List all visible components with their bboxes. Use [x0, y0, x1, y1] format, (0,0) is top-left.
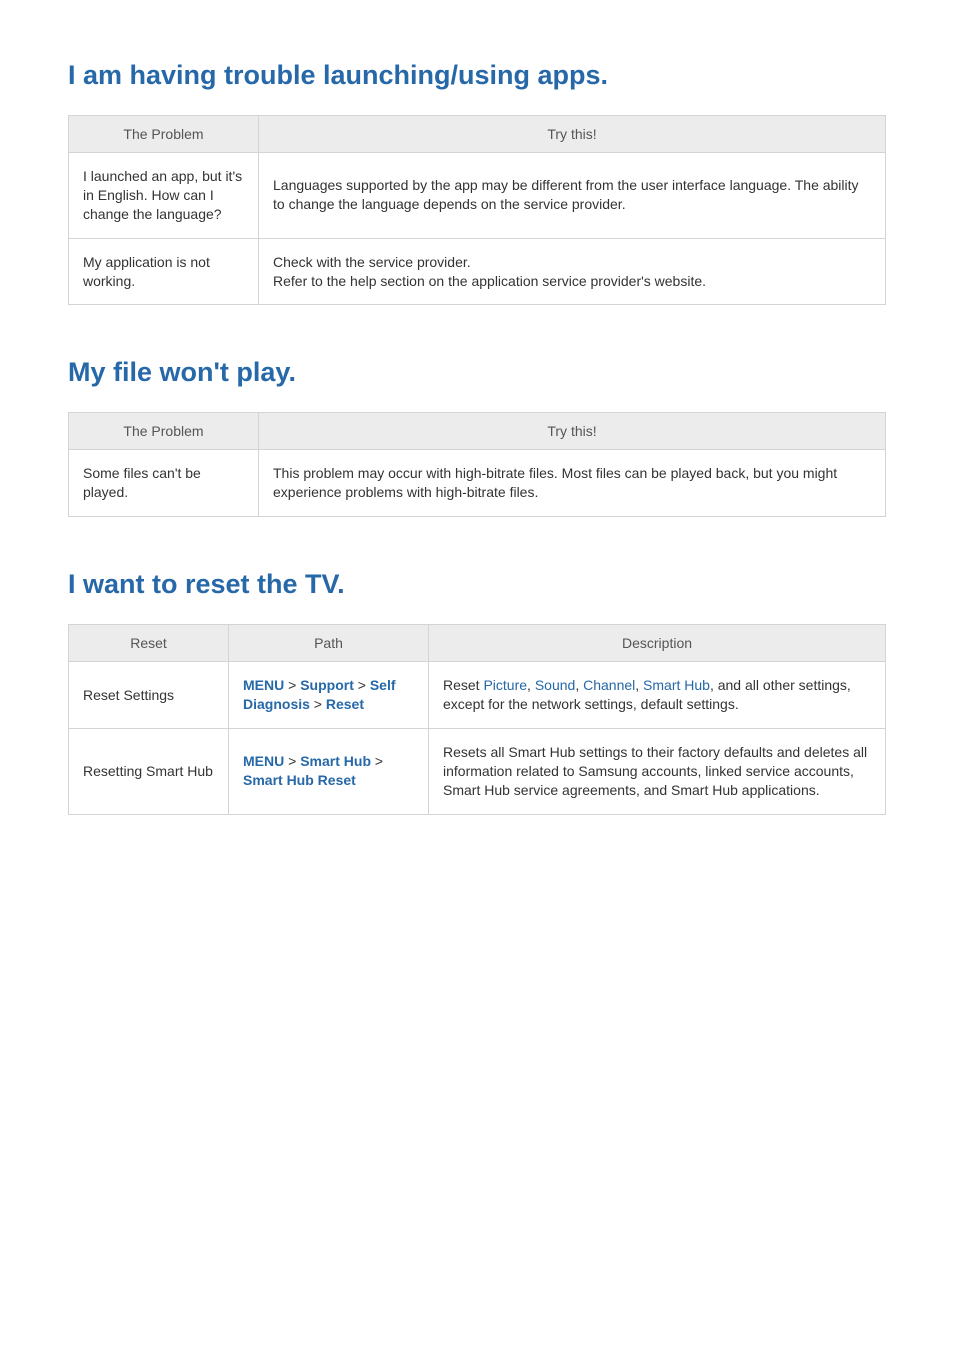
- desc-sep: ,: [635, 677, 643, 693]
- th-trythis: Try this!: [259, 413, 886, 450]
- desc-sep: ,: [575, 677, 583, 693]
- cell-problem: I launched an app, but it's in English. …: [69, 153, 259, 239]
- cell-solution: Check with the service provider. Refer t…: [259, 238, 886, 305]
- table-file: The Problem Try this! Some files can't b…: [68, 412, 886, 517]
- path-term: MENU: [243, 677, 284, 693]
- cell-problem: Some files can't be played.: [69, 450, 259, 517]
- heading-apps: I am having trouble launching/using apps…: [68, 60, 886, 91]
- cell-description: Resets all Smart Hub settings to their f…: [429, 729, 886, 815]
- path-sep: >: [284, 753, 300, 769]
- section-apps: I am having trouble launching/using apps…: [68, 60, 886, 305]
- path-term: MENU: [243, 753, 284, 769]
- th-description: Description: [429, 625, 886, 662]
- path-sep: >: [354, 677, 370, 693]
- th-reset: Reset: [69, 625, 229, 662]
- section-file: My file won't play. The Problem Try this…: [68, 357, 886, 517]
- section-reset: I want to reset the TV. Reset Path Descr…: [68, 569, 886, 814]
- cell-reset-name: Reset Settings: [69, 662, 229, 729]
- cell-path: MENU > Support > Self Diagnosis > Reset: [229, 662, 429, 729]
- table-row: Resetting Smart Hub MENU > Smart Hub > S…: [69, 729, 886, 815]
- desc-term: Sound: [535, 677, 575, 693]
- cell-solution: Languages supported by the app may be di…: [259, 153, 886, 239]
- path-sep: >: [371, 753, 383, 769]
- table-row: I launched an app, but it's in English. …: [69, 153, 886, 239]
- th-problem: The Problem: [69, 116, 259, 153]
- desc-term: Smart Hub: [643, 677, 710, 693]
- heading-file: My file won't play.: [68, 357, 886, 388]
- path-term: Reset: [326, 696, 364, 712]
- table-row: My application is not working. Check wit…: [69, 238, 886, 305]
- path-sep: >: [284, 677, 300, 693]
- table-row: Reset Settings MENU > Support > Self Dia…: [69, 662, 886, 729]
- th-path: Path: [229, 625, 429, 662]
- path-term: Support: [300, 677, 354, 693]
- table-row: Some files can't be played. This problem…: [69, 450, 886, 517]
- th-trythis: Try this!: [259, 116, 886, 153]
- heading-reset: I want to reset the TV.: [68, 569, 886, 600]
- cell-description: Reset Picture, Sound, Channel, Smart Hub…: [429, 662, 886, 729]
- path-term: Smart Hub Reset: [243, 772, 356, 788]
- desc-term: Picture: [483, 677, 527, 693]
- th-problem: The Problem: [69, 413, 259, 450]
- cell-path: MENU > Smart Hub > Smart Hub Reset: [229, 729, 429, 815]
- cell-problem: My application is not working.: [69, 238, 259, 305]
- cell-solution: This problem may occur with high-bitrate…: [259, 450, 886, 517]
- desc-term: Channel: [583, 677, 635, 693]
- table-apps: The Problem Try this! I launched an app,…: [68, 115, 886, 305]
- desc-sep: ,: [527, 677, 535, 693]
- table-reset: Reset Path Description Reset Settings ME…: [68, 624, 886, 814]
- desc-text: Reset: [443, 677, 483, 693]
- path-sep: >: [310, 696, 326, 712]
- cell-reset-name: Resetting Smart Hub: [69, 729, 229, 815]
- path-term: Smart Hub: [300, 753, 371, 769]
